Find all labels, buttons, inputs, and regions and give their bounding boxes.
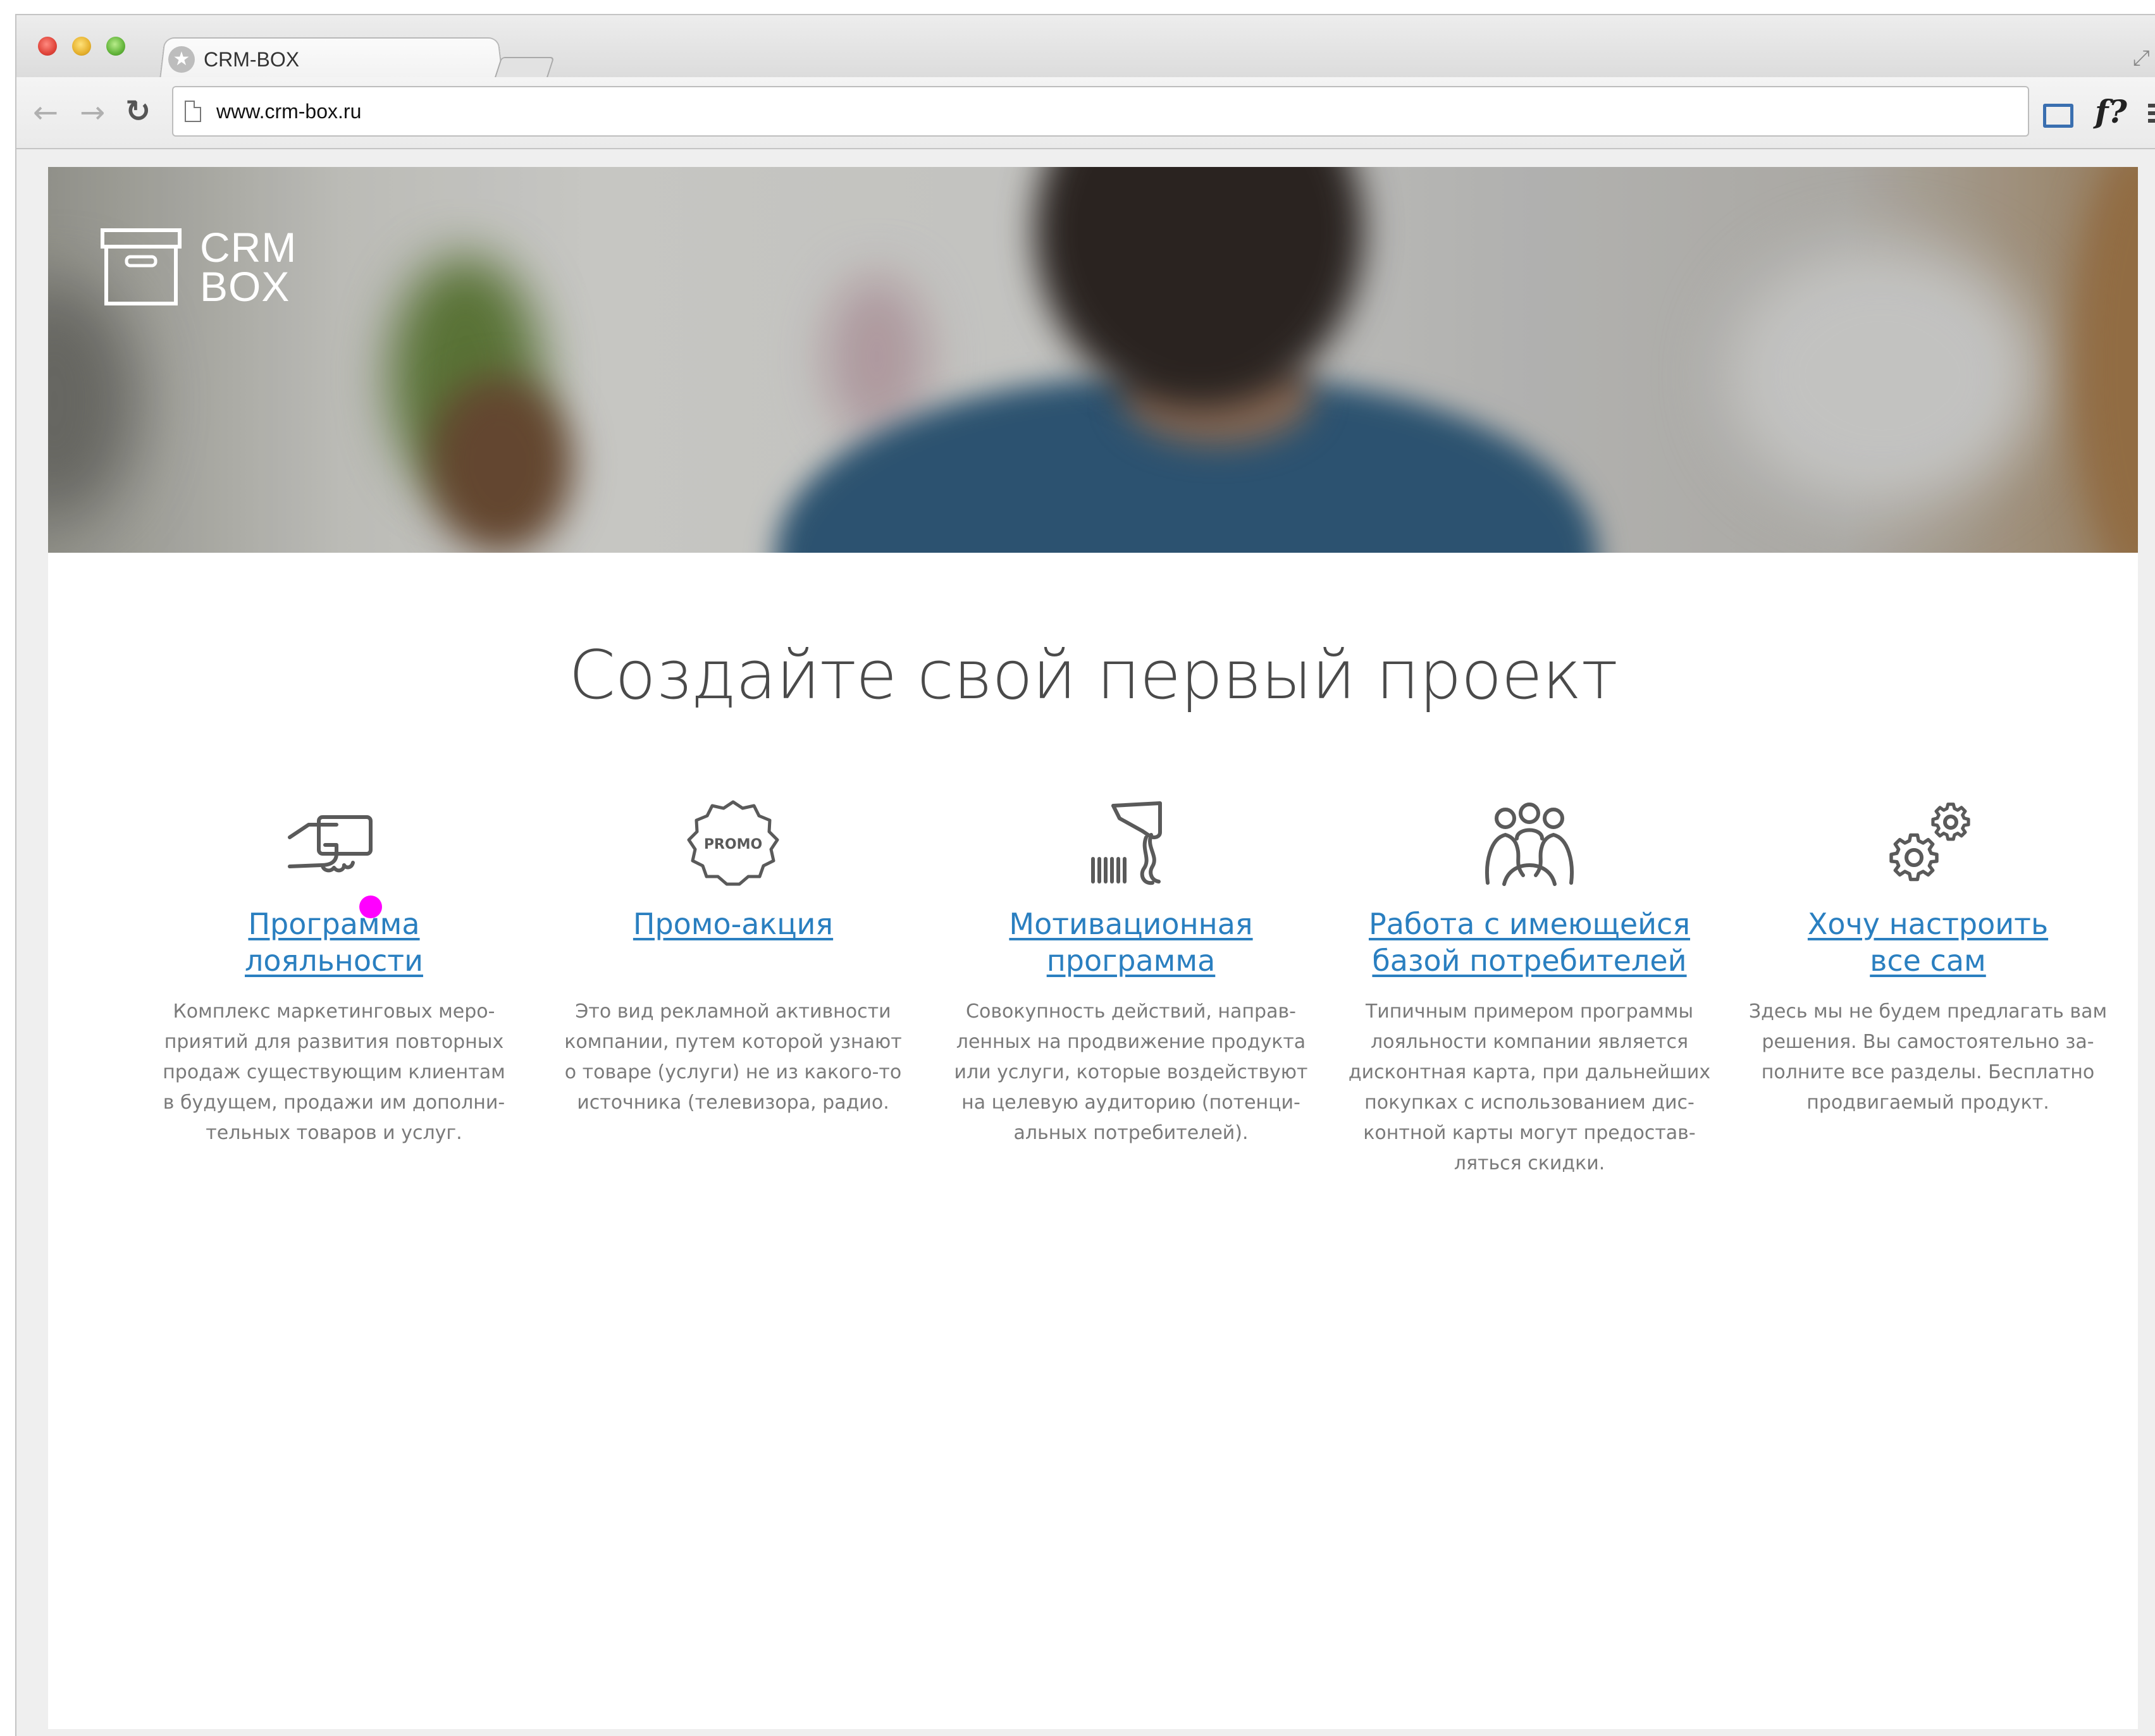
promo-badge-label: PROMO — [704, 837, 762, 853]
forward-arrow-icon[interactable]: → — [80, 97, 105, 128]
reload-icon[interactable]: ↻ — [125, 96, 151, 126]
feature-description: Это вид рекламной активности компании, п… — [550, 997, 917, 1118]
promo-badge-icon: PROMO — [687, 800, 779, 886]
title-line-1: Хочу настроить — [1807, 907, 2049, 941]
title-line-1: Промо-акция — [633, 907, 834, 941]
tab-content: ★ CRM-BOX — [168, 40, 299, 78]
url-text[interactable]: www.crm-box.ru — [216, 100, 361, 123]
title-line-1: Программа — [248, 907, 420, 941]
archive-box-icon — [101, 228, 182, 305]
desc-line: решения. Вы самостоятельно за- — [1762, 1031, 2094, 1053]
desc-line: покупках с использованием дис- — [1364, 1092, 1695, 1114]
desc-line: дисконтная карта, при дальнейших — [1348, 1061, 1711, 1083]
tab-title: CRM-BOX — [204, 47, 300, 71]
logo-line-2: BOX — [200, 263, 290, 310]
page-title: Создайте свой первый проект — [569, 636, 1618, 714]
desc-line: о товаре (услуги) не из какого-то — [564, 1061, 902, 1083]
desc-line: Типичным примером программы — [1365, 1000, 1694, 1023]
feature-description: Совокупность действий, направ- ленных на… — [948, 997, 1314, 1148]
logo-text: CRM BOX — [200, 224, 297, 310]
back-arrow-icon[interactable]: ← — [33, 97, 58, 128]
title-line-1: Мотивационная — [1009, 907, 1253, 941]
desc-line: в будущем, продажи им дополни- — [163, 1092, 505, 1114]
desc-line: на целевую аудиторию (потенци- — [961, 1092, 1300, 1114]
feature-description: Типичным примером программы лояльности к… — [1346, 997, 1713, 1179]
loyalty-program-link[interactable]: Программа лояльности — [151, 906, 517, 979]
desc-line: тельных товаров и услуг. — [206, 1122, 462, 1144]
address-bar[interactable]: www.crm-box.ru — [172, 86, 2029, 137]
minimize-window-button[interactable] — [72, 37, 91, 56]
title-line-2: программа — [1046, 944, 1216, 978]
promo-action-link[interactable]: Промо-акция — [550, 906, 917, 942]
gears-icon — [1889, 803, 1970, 882]
page-viewport: CRM BOX Создайте свой первый проект Прог… — [48, 167, 2138, 1729]
site-logo[interactable]: CRM BOX — [100, 224, 297, 310]
cursor-marker — [359, 896, 382, 918]
hero-banner: CRM BOX — [48, 167, 2138, 553]
favicon-icon: ★ — [168, 46, 195, 73]
desc-line: продаж существующим клиентам — [163, 1061, 505, 1083]
browser-window: ★ CRM-BOX ⤢ ← → ↻ www.crm-box.ru f? CRM … — [15, 14, 2155, 1736]
zoom-window-button[interactable] — [106, 37, 125, 56]
title-line-2: лояльности — [245, 944, 423, 978]
desc-line: контной карты могут предостав- — [1363, 1122, 1696, 1144]
desc-line: альных потребителей). — [1013, 1122, 1249, 1144]
title-line-2: базой потребителей — [1372, 944, 1687, 978]
title-line-1: Работа с имеющейся — [1368, 907, 1691, 941]
title-line-2: все сам — [1870, 944, 1986, 978]
customer-base-link[interactable]: Работа с имеющейся базой потребителей — [1346, 906, 1713, 979]
custom-setup-link[interactable]: Хочу настроить все сам — [1744, 906, 2111, 979]
desc-line: Совокупность действий, направ- — [966, 1000, 1296, 1023]
motivation-program-link[interactable]: Мотивационная программа — [948, 906, 1314, 979]
desc-line: ляться скидки. — [1454, 1152, 1605, 1174]
desc-line: Это вид рекламной активности — [575, 1000, 891, 1023]
logo-line-1: CRM — [200, 224, 297, 271]
fullscreen-icon[interactable]: ⤢ — [2133, 46, 2150, 71]
desc-line: источника (телевизора, радио. — [577, 1092, 889, 1114]
feature-customer-base: Работа с имеющейся базой потребителей Ти… — [1346, 799, 1713, 1179]
desc-line: продвигаемый продукт. — [1806, 1092, 2049, 1114]
feature-loyalty-program: Программа лояльности Комплекс маркетинго… — [151, 799, 517, 1148]
desc-line: приятий для развития повторных — [164, 1031, 504, 1053]
people-group-icon — [1485, 803, 1574, 886]
feature-custom-setup: Хочу настроить все сам Здесь мы не будем… — [1744, 799, 2111, 1118]
feature-description: Комплекс маркетинговых меро- приятий для… — [151, 997, 517, 1148]
feature-promo-action: PROMO Промо-акция Это вид рекламной акти… — [550, 799, 917, 1118]
card-in-hand-icon — [288, 815, 373, 873]
desc-line: Здесь мы не будем предлагать вам — [1748, 1000, 2108, 1023]
menu-icon[interactable] — [2148, 104, 2155, 129]
close-window-button[interactable] — [38, 37, 57, 56]
feature-motivation-program: Мотивационная программа Совокупность дей… — [948, 799, 1314, 1148]
desc-line: лояльности компании является — [1370, 1031, 1689, 1053]
desc-line: Комплекс маркетинговых меро- — [173, 1000, 495, 1023]
page-icon — [185, 101, 201, 122]
desc-line: полните все разделы. Бесплатно — [1761, 1061, 2095, 1083]
barcode-scanner-icon — [1091, 801, 1162, 885]
desc-line: ленных на продвижение продукта — [956, 1031, 1306, 1053]
desc-line: компании, путем которой узнают — [564, 1031, 902, 1053]
font-extension-icon[interactable]: f? — [2095, 96, 2127, 128]
feature-description: Здесь мы не будем предлагать вам решения… — [1744, 997, 2111, 1118]
screen-capture-icon[interactable] — [2043, 104, 2073, 128]
desc-line: или услуги, которые воздействуют — [954, 1061, 1308, 1083]
